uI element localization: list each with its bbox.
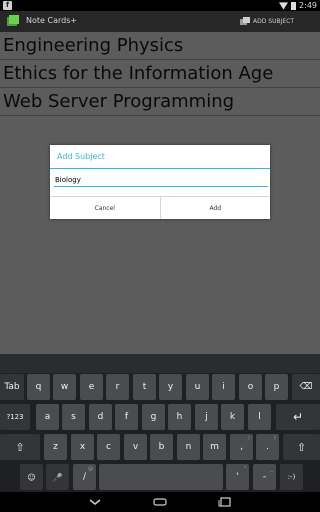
- subject-name-input[interactable]: [54, 173, 268, 187]
- soft-keyboard: Tab q w e r t y u i o p ⌫ ?123 a s d f g…: [0, 354, 320, 492]
- key-apostrophe-hint: ": [243, 466, 246, 472]
- key-i[interactable]: i: [212, 374, 235, 400]
- key-tab[interactable]: Tab: [0, 374, 24, 400]
- key-v[interactable]: v: [124, 434, 147, 460]
- key-dash[interactable]: - _: [253, 464, 276, 490]
- key-g[interactable]: g: [142, 404, 165, 430]
- key-slash[interactable]: / @: [73, 464, 96, 490]
- key-w[interactable]: w: [53, 374, 76, 400]
- key-slash-label: /: [82, 472, 87, 482]
- key-h[interactable]: h: [168, 404, 191, 430]
- keyboard-top-strip: [0, 354, 320, 373]
- add-cards-icon: [240, 17, 251, 25]
- recent-apps-icon[interactable]: [218, 496, 232, 508]
- key-y[interactable]: y: [159, 374, 182, 400]
- key-slash-hint: @: [88, 466, 93, 472]
- key-comma-hint: !: [247, 436, 250, 442]
- hide-keyboard-icon[interactable]: [88, 496, 102, 508]
- emoji-key[interactable]: ☺: [20, 464, 43, 490]
- key-l[interactable]: l: [248, 404, 271, 430]
- dialog-buttons: Cancel Add: [50, 196, 270, 219]
- key-x[interactable]: x: [71, 434, 94, 460]
- backspace-key[interactable]: ⌫: [292, 374, 320, 400]
- home-icon[interactable]: [153, 496, 167, 508]
- key-f[interactable]: f: [115, 404, 138, 430]
- enter-key[interactable]: ↵: [276, 404, 320, 430]
- key-apostrophe[interactable]: ' ": [226, 464, 249, 490]
- notification-icon: f: [3, 1, 12, 10]
- status-time: 2:49: [299, 1, 317, 10]
- key-t[interactable]: t: [133, 374, 156, 400]
- key-e[interactable]: e: [80, 374, 103, 400]
- add-subject-button[interactable]: ADD SUBJECT: [240, 11, 320, 32]
- shift-key-left[interactable]: ⇧: [0, 434, 40, 460]
- key-comma[interactable]: , !: [230, 434, 253, 460]
- status-bar: f 2:49: [0, 0, 320, 11]
- key-s[interactable]: s: [62, 404, 85, 430]
- status-right: 2:49: [279, 0, 317, 11]
- cancel-button[interactable]: Cancel: [50, 197, 160, 219]
- navigation-bar: [0, 492, 320, 512]
- key-period-hint: ?: [273, 436, 276, 442]
- key-dash-label: -: [262, 472, 267, 482]
- dialog-title: Add Subject: [57, 152, 105, 161]
- add-subject-label: ADD SUBJECT: [253, 18, 294, 25]
- key-period-label: .: [266, 442, 269, 452]
- subject-item[interactable]: Ethics for the Information Age: [0, 60, 320, 88]
- key-comma-label: ,: [240, 442, 243, 452]
- key-z[interactable]: z: [44, 434, 67, 460]
- key-a[interactable]: a: [36, 404, 59, 430]
- subject-item[interactable]: Web Server Programming: [0, 88, 320, 116]
- dialog-divider: [50, 168, 270, 169]
- app-logo-icon[interactable]: [6, 14, 20, 28]
- key-q[interactable]: q: [27, 374, 50, 400]
- key-u[interactable]: u: [186, 374, 209, 400]
- space-bar[interactable]: [99, 464, 223, 490]
- add-subject-dialog: Add Subject Cancel Add: [50, 145, 270, 219]
- key-o[interactable]: o: [239, 374, 262, 400]
- key-j[interactable]: j: [195, 404, 218, 430]
- key-d[interactable]: d: [89, 404, 112, 430]
- key-r[interactable]: r: [106, 374, 129, 400]
- microphone-key[interactable]: 🎤: [46, 464, 69, 490]
- smiley-key[interactable]: :-): [280, 464, 303, 490]
- key-c[interactable]: c: [97, 434, 120, 460]
- key-m[interactable]: m: [203, 434, 226, 460]
- key-period[interactable]: . ?: [256, 434, 279, 460]
- key-symbols[interactable]: ?123: [0, 404, 30, 430]
- key-p[interactable]: p: [265, 374, 288, 400]
- key-k[interactable]: k: [221, 404, 244, 430]
- subject-item[interactable]: Engineering Physics: [0, 32, 320, 60]
- key-apostrophe-label: ': [236, 472, 239, 482]
- wifi-icon: [279, 1, 289, 10]
- shift-key-right[interactable]: ⇧: [283, 434, 320, 460]
- action-bar: Note Cards+ ADD SUBJECT: [0, 11, 320, 32]
- app-title: Note Cards+: [26, 16, 78, 25]
- battery-icon: [291, 1, 297, 10]
- add-button[interactable]: Add: [159, 197, 271, 219]
- key-b[interactable]: b: [150, 434, 173, 460]
- key-n[interactable]: n: [177, 434, 200, 460]
- key-dash-hint: _: [270, 466, 274, 472]
